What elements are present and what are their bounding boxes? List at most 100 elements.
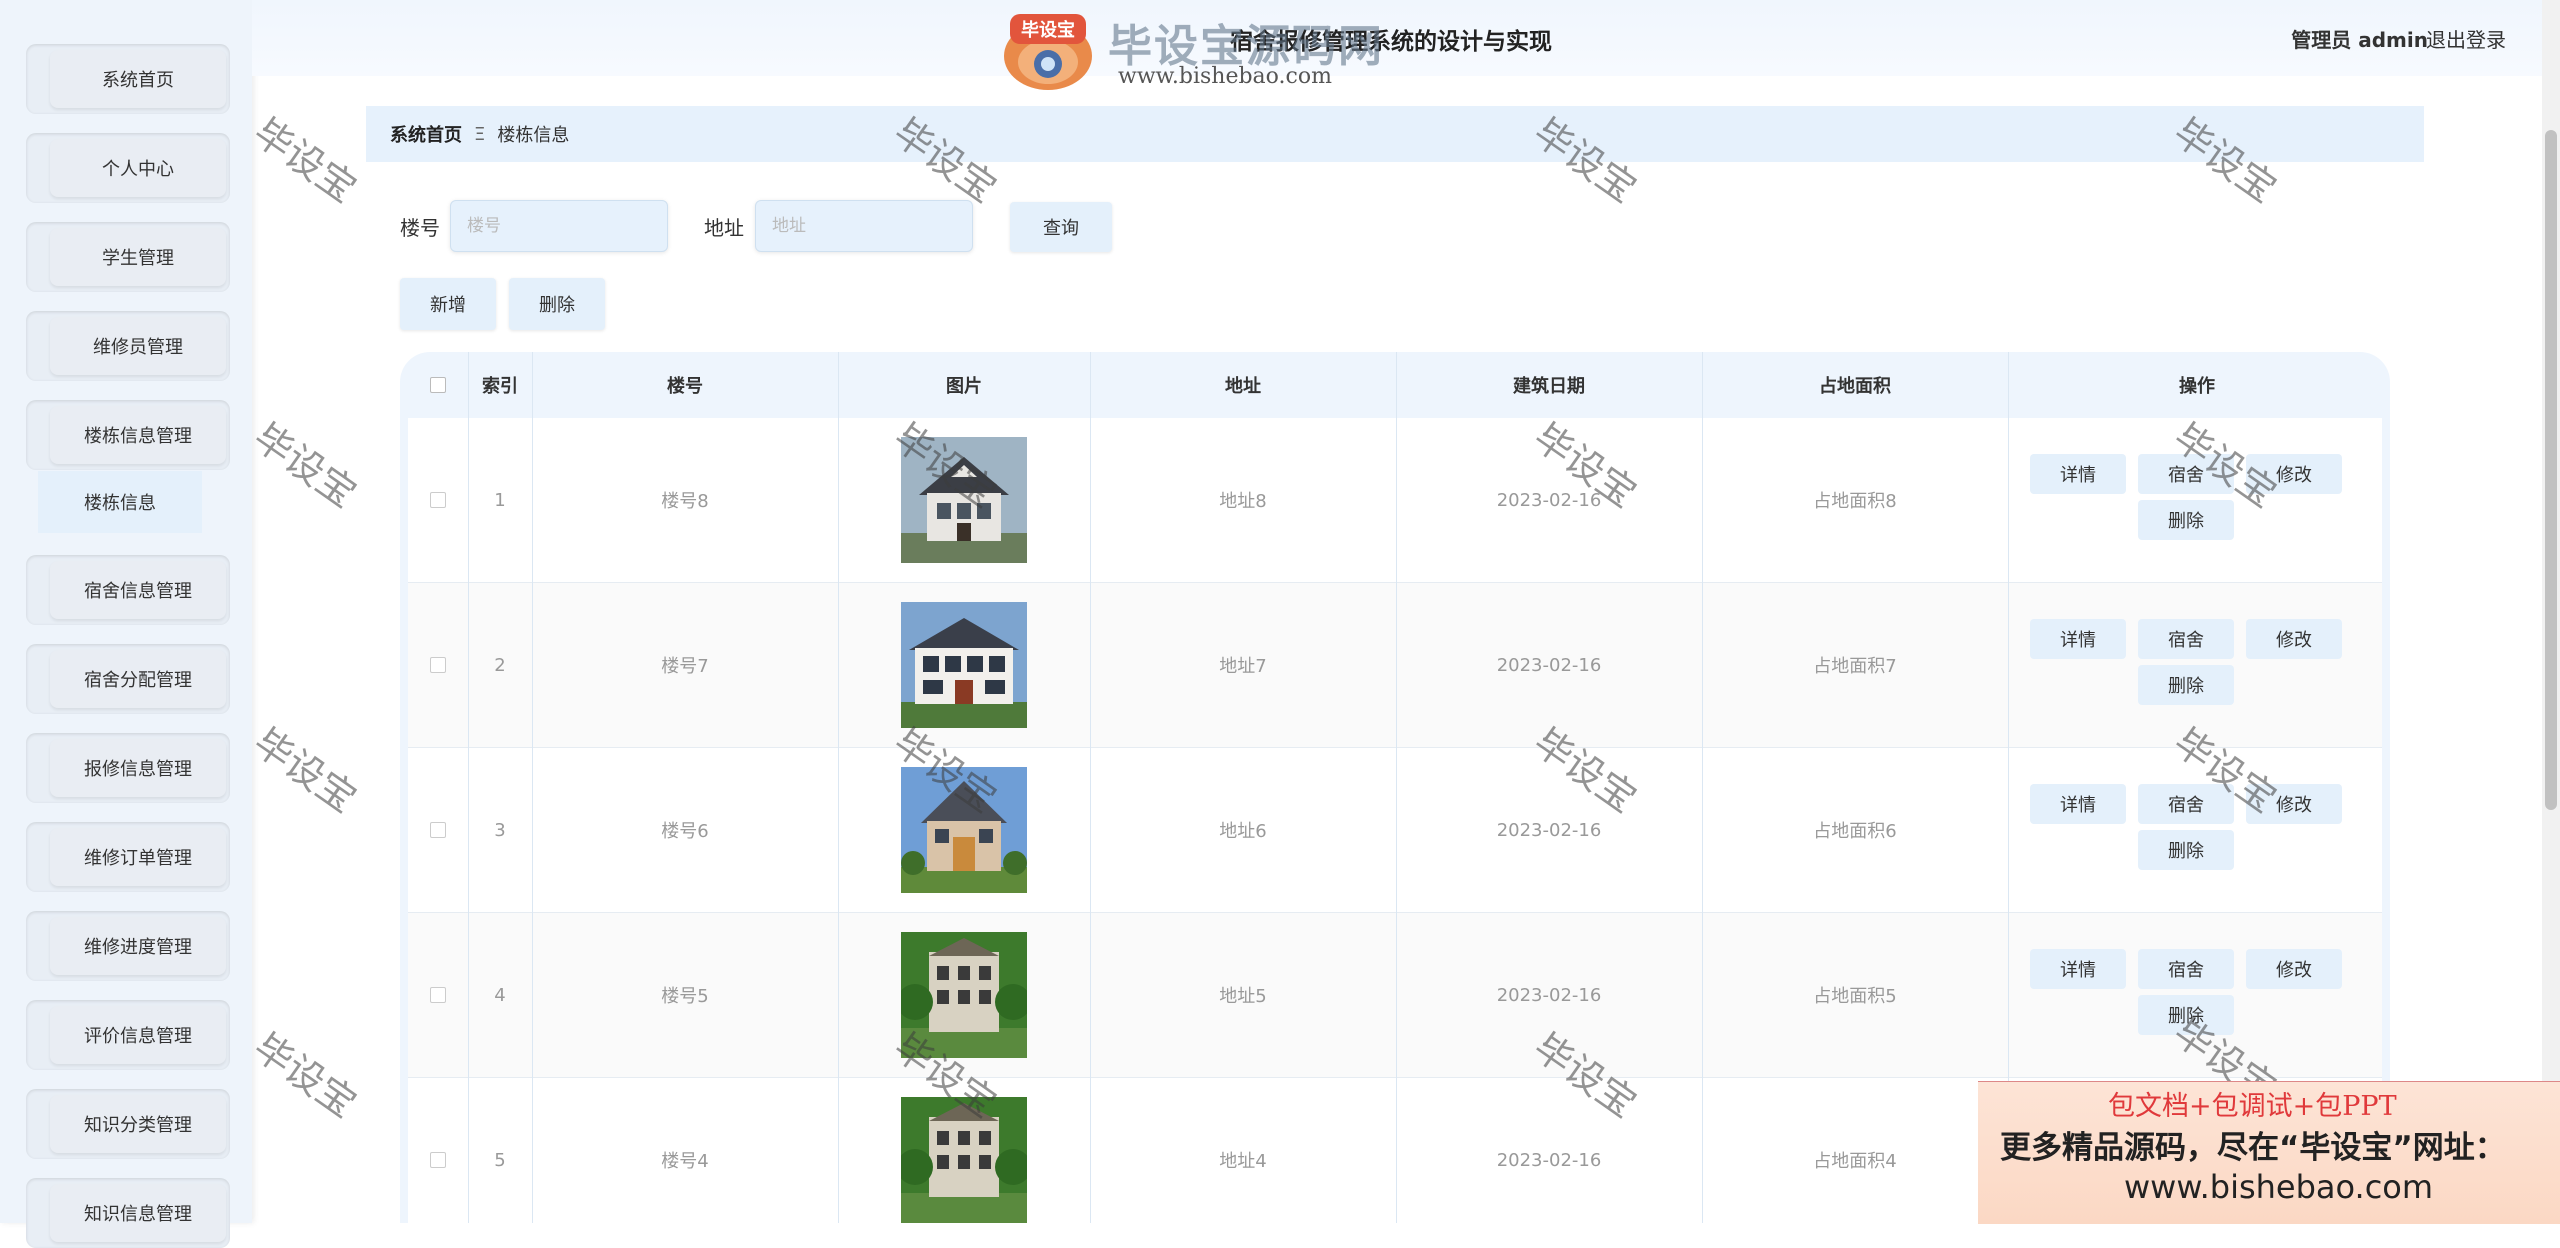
- user-label: 管理员 admin: [2291, 28, 2428, 52]
- query-button[interactable]: 查询: [1010, 202, 1112, 252]
- row-select-cell[interactable]: [408, 748, 468, 912]
- delete-button[interactable]: 删除: [2138, 665, 2234, 705]
- watermark-logo-icon: 毕设宝: [1004, 14, 1092, 90]
- cell-date: 2023-02-16: [1496, 489, 1602, 511]
- sidebar-item-students[interactable]: 学生管理: [26, 222, 230, 292]
- breadcrumb-home[interactable]: 系统首页: [390, 121, 462, 147]
- ad-line-2: 更多精品源码，尽在“毕设宝”网址：: [2000, 1130, 2506, 1166]
- building-photo-icon: [901, 437, 1027, 563]
- column-header-area: 占地面积: [1819, 376, 1891, 397]
- sidebar-item-repair-requests[interactable]: 报修信息管理: [26, 733, 230, 803]
- cell-building: 楼号6: [661, 821, 709, 842]
- building-label: 楼号: [400, 216, 440, 240]
- cell-area: 占地面积4: [1813, 1151, 1897, 1172]
- sidebar-item-label: 维修订单管理: [50, 828, 226, 886]
- column-header-date: 建筑日期: [1513, 376, 1585, 397]
- sidebar-item-knowledge-info[interactable]: 知识信息管理: [26, 1178, 230, 1248]
- column-divider: [1396, 352, 1397, 1223]
- column-header-address: 地址: [1225, 376, 1261, 397]
- detail-button[interactable]: 详情: [2030, 784, 2126, 824]
- sidebar-item-repair-progress[interactable]: 维修进度管理: [26, 911, 230, 981]
- cell-index: 3: [494, 819, 506, 841]
- sidebar-item-label: 维修员管理: [50, 317, 226, 375]
- dorm-button[interactable]: 宿舍: [2138, 949, 2234, 989]
- scrollbar-thumb[interactable]: [2545, 130, 2557, 810]
- sidebar-item-repairers[interactable]: 维修员管理: [26, 311, 230, 381]
- sidebar-item-label: 学生管理: [50, 228, 226, 286]
- delete-button[interactable]: 删除: [2138, 500, 2234, 540]
- sidebar-item-buildings[interactable]: 楼栋信息管理: [26, 400, 230, 470]
- row-checkbox[interactable]: [430, 822, 446, 838]
- cell-area: 占地面积8: [1813, 491, 1897, 512]
- cell-date: 2023-02-16: [1496, 654, 1602, 676]
- select-all-checkbox[interactable]: [430, 377, 446, 393]
- page-scrollbar[interactable]: [2542, 0, 2560, 1223]
- edit-button[interactable]: 修改: [2246, 619, 2342, 659]
- watermark-tile: 毕设宝: [245, 414, 365, 517]
- row-checkbox[interactable]: [430, 492, 446, 508]
- row-select-cell[interactable]: [408, 1078, 468, 1223]
- sidebar-item-profile[interactable]: 个人中心: [26, 133, 230, 203]
- building-photo-icon: [901, 932, 1027, 1058]
- detail-button[interactable]: 详情: [2030, 949, 2126, 989]
- edit-button[interactable]: 修改: [2246, 949, 2342, 989]
- detail-button[interactable]: 详情: [2030, 619, 2126, 659]
- sidebar-item-label: 评价信息管理: [50, 1006, 226, 1064]
- edit-button[interactable]: 修改: [2246, 784, 2342, 824]
- batch-delete-button[interactable]: 删除: [509, 278, 605, 330]
- detail-button[interactable]: 详情: [2030, 454, 2126, 494]
- table-row: 2 楼号7 地址7 2023-02-16 占地面积7 详情 宿舍 修改 删除: [408, 583, 2382, 747]
- row-select-cell[interactable]: [408, 913, 468, 1077]
- watermark-tile: 毕设宝: [245, 719, 365, 822]
- delete-button[interactable]: 删除: [2138, 995, 2234, 1035]
- row-select-cell[interactable]: [408, 418, 468, 582]
- column-header-building: 楼号: [667, 376, 703, 397]
- row-checkbox[interactable]: [430, 657, 446, 673]
- cell-address: 地址7: [1219, 656, 1267, 677]
- sidebar-item-knowledge-category[interactable]: 知识分类管理: [26, 1089, 230, 1159]
- cell-area: 占地面积7: [1813, 656, 1897, 677]
- ad-banner: 包文档+包调试+包PPT 更多精品源码，尽在“毕设宝”网址： www.bishe…: [1978, 1081, 2560, 1224]
- dorm-button[interactable]: 宿舍: [2138, 784, 2234, 824]
- add-button[interactable]: 新增: [400, 278, 496, 330]
- ad-line-3: www.bishebao.com: [2124, 1168, 2434, 1206]
- sidebar-item-label: 知识信息管理: [50, 1184, 226, 1242]
- edit-button[interactable]: 修改: [2246, 454, 2342, 494]
- table-row: 3 楼号6 地址6 2023-02-16 占地面积6 详情 宿舍 修改 删除: [408, 748, 2382, 912]
- column-header-operations: 操作: [2179, 376, 2215, 397]
- dorm-button[interactable]: 宿舍: [2138, 454, 2234, 494]
- sidebar-subitem-building-info[interactable]: 楼栋信息: [38, 471, 202, 533]
- column-divider: [1090, 352, 1091, 1223]
- cell-date: 2023-02-16: [1496, 984, 1602, 1006]
- delete-button[interactable]: 删除: [2138, 830, 2234, 870]
- building-search-input[interactable]: [450, 200, 668, 252]
- row-checkbox[interactable]: [430, 987, 446, 1003]
- sidebar-item-label: 个人中心: [50, 139, 226, 197]
- address-label: 地址: [704, 216, 744, 240]
- row-select-cell[interactable]: [408, 583, 468, 747]
- sidebar-item-dorms[interactable]: 宿舍信息管理: [26, 555, 230, 625]
- logout-link[interactable]: 退出登录: [2426, 24, 2506, 53]
- header-select-all[interactable]: [408, 352, 468, 418]
- sidebar-item-repair-orders[interactable]: 维修订单管理: [26, 822, 230, 892]
- cell-address: 地址5: [1219, 986, 1267, 1007]
- cell-image: [838, 418, 1090, 582]
- cell-address: 地址4: [1219, 1151, 1267, 1172]
- cell-image: [838, 748, 1090, 912]
- cell-area: 占地面积5: [1813, 986, 1897, 1007]
- watermark-tile: 毕设宝: [245, 109, 365, 212]
- cell-index: 1: [494, 489, 506, 511]
- sidebar-item-label: 楼栋信息管理: [50, 406, 226, 464]
- cell-image: [838, 583, 1090, 747]
- dorm-button[interactable]: 宿舍: [2138, 619, 2234, 659]
- sidebar-item-dorm-allocation[interactable]: 宿舍分配管理: [26, 644, 230, 714]
- breadcrumb-current: 楼栋信息: [497, 125, 570, 146]
- building-photo-icon: [901, 767, 1027, 893]
- sidebar-item-reviews[interactable]: 评价信息管理: [26, 1000, 230, 1070]
- row-checkbox[interactable]: [430, 1152, 446, 1168]
- cell-building: 楼号4: [661, 1151, 709, 1172]
- address-search-input[interactable]: [755, 200, 973, 252]
- breadcrumb-separator-icon: Ξ: [474, 123, 486, 145]
- ad-line-1: 包文档+包调试+包PPT: [2108, 1091, 2397, 1122]
- sidebar-item-home[interactable]: 系统首页: [26, 44, 230, 114]
